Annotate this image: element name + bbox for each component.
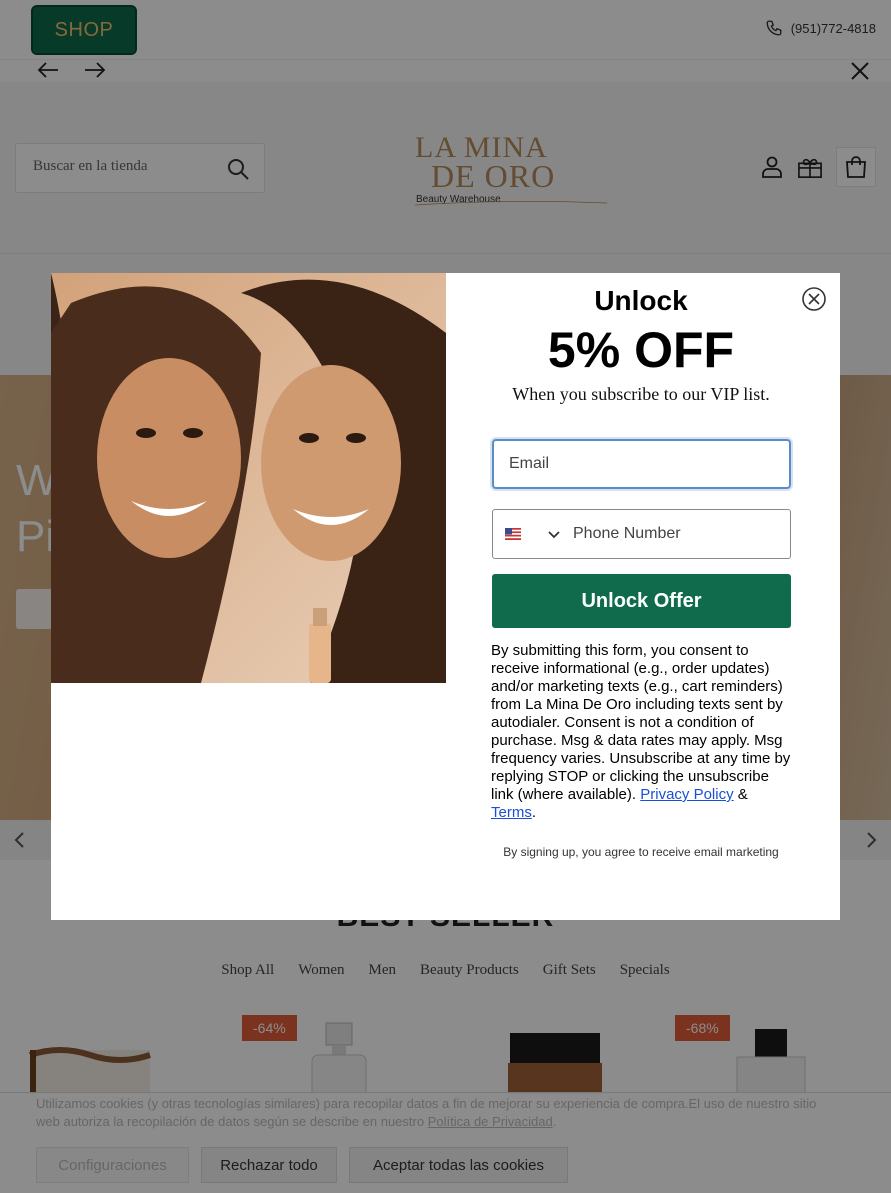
- signup-modal: Unlock 5% OFF When you subscribe to our …: [51, 273, 840, 920]
- close-icon[interactable]: [802, 287, 826, 311]
- two-women-photo: [51, 273, 446, 683]
- email-field-wrap: [492, 439, 791, 489]
- phone-number-field[interactable]: [573, 510, 783, 558]
- modal-headline: Unlock: [594, 285, 688, 316]
- email-field[interactable]: [494, 441, 789, 487]
- chevron-down-icon[interactable]: [547, 530, 561, 540]
- terms-link[interactable]: Terms: [491, 804, 532, 821]
- phone-field-wrap: [492, 509, 791, 559]
- consent-period: .: [531, 804, 537, 821]
- modal-offer: 5% OFF: [547, 322, 735, 378]
- consent-amp: &: [733, 786, 748, 803]
- unlock-offer-button[interactable]: Unlock Offer: [492, 574, 791, 628]
- privacy-policy-link[interactable]: Privacy Policy: [640, 786, 733, 803]
- consent-text: By submitting this form, you consent to …: [491, 642, 793, 822]
- email-consent-note: By signing up, you agree to receive emai…: [503, 845, 779, 859]
- consent-body: By submitting this form, you consent to …: [491, 642, 791, 803]
- us-flag-icon[interactable]: [505, 528, 521, 540]
- modal-subhead: When you subscribe to our VIP list.: [512, 384, 770, 404]
- modal-image: [51, 273, 446, 683]
